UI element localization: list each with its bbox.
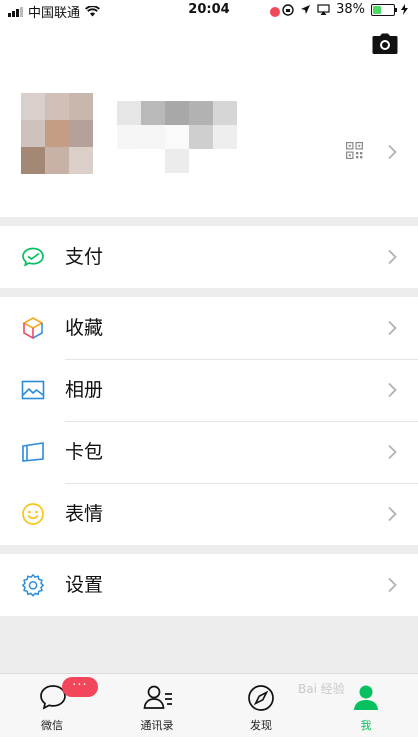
blur-pixel — [21, 120, 45, 147]
menu-item-settings[interactable]: 设置 — [0, 554, 418, 616]
blur-pixel — [69, 147, 93, 174]
menu-label-favorites: 收藏 — [65, 317, 104, 339]
blur-pixel — [165, 149, 189, 173]
menu-group-main: 收藏 相册 卡包 表情 — [0, 297, 418, 545]
tab-bar: 微信 ··· 通讯录 发现 我 — [0, 673, 418, 737]
photo-album-icon — [21, 380, 45, 400]
blur-pixel — [189, 101, 213, 125]
chevron-right-icon — [388, 506, 397, 522]
tab-label-discover: 发现 — [250, 719, 272, 732]
menu-label-pay: 支付 — [65, 246, 104, 268]
compass-icon — [248, 685, 274, 711]
menu-item-favorites[interactable]: 收藏 — [0, 297, 418, 359]
watermark: Bai 经验 — [298, 682, 345, 696]
menu-item-cards[interactable]: 卡包 — [0, 421, 418, 483]
blur-pixel — [141, 149, 165, 173]
menu-group-settings: 设置 — [0, 554, 418, 616]
status-bar: 中国联通 20:04 38% — [0, 0, 418, 21]
camera-icon[interactable] — [372, 33, 398, 55]
chevron-right-icon — [388, 144, 397, 160]
chevron-right-icon — [388, 320, 397, 336]
location-icon — [301, 5, 311, 14]
smiley-icon — [22, 503, 44, 525]
blur-pixel — [117, 125, 141, 149]
airplay-icon — [317, 4, 330, 15]
blur-pixel — [45, 93, 69, 120]
tab-label-me: 我 — [360, 719, 372, 732]
blur-pixel — [45, 120, 69, 147]
blur-pixel — [213, 149, 237, 173]
menu-label-stickers: 表情 — [65, 503, 104, 525]
tab-label-chats: 微信 — [41, 719, 63, 732]
rotation-lock-icon — [282, 3, 294, 16]
card-wallet-icon — [22, 442, 44, 462]
tab-label-contacts: 通讯录 — [140, 719, 174, 732]
blur-pixel — [69, 120, 93, 147]
chevron-right-icon — [388, 249, 397, 265]
discover-dot-badge — [270, 7, 280, 17]
chevron-right-icon — [388, 382, 397, 398]
blur-pixel — [213, 125, 237, 149]
blur-pixel — [69, 93, 93, 120]
me-icon — [354, 685, 378, 710]
menu-group-pay: 支付 — [0, 226, 418, 288]
menu-label-cards: 卡包 — [65, 441, 104, 463]
menu-item-album[interactable]: 相册 — [0, 359, 418, 421]
qr-code-icon[interactable] — [346, 142, 363, 159]
blur-pixel — [189, 125, 213, 149]
blur-pixel — [45, 147, 69, 174]
wallet-icon — [22, 247, 44, 267]
blur-pixel — [21, 147, 45, 174]
battery-percent: 38% — [336, 2, 365, 17]
blur-pixel — [117, 149, 141, 173]
cube-icon — [22, 317, 44, 340]
chevron-right-icon — [388, 444, 397, 460]
profile-header[interactable] — [0, 20, 418, 217]
tab-contacts[interactable]: 通讯录 — [105, 674, 209, 737]
charging-icon — [401, 4, 408, 15]
chevron-right-icon — [388, 577, 397, 593]
menu-label-settings: 设置 — [65, 574, 104, 596]
blur-pixel — [165, 101, 189, 125]
menu-label-album: 相册 — [65, 379, 104, 401]
gear-icon — [22, 574, 44, 597]
blur-pixel — [189, 149, 213, 173]
blur-pixel — [117, 101, 141, 125]
avatar[interactable] — [21, 93, 93, 174]
unread-badge: ··· — [62, 677, 98, 697]
battery-icon — [371, 3, 397, 16]
nickname-blurred — [117, 101, 237, 173]
blur-pixel — [21, 93, 45, 120]
blur-pixel — [213, 101, 237, 125]
blur-pixel — [141, 125, 165, 149]
menu-item-pay[interactable]: 支付 — [0, 226, 418, 288]
blur-pixel — [165, 125, 189, 149]
contacts-icon — [143, 685, 172, 709]
menu-item-stickers[interactable]: 表情 — [0, 483, 418, 545]
blur-pixel — [141, 101, 165, 125]
